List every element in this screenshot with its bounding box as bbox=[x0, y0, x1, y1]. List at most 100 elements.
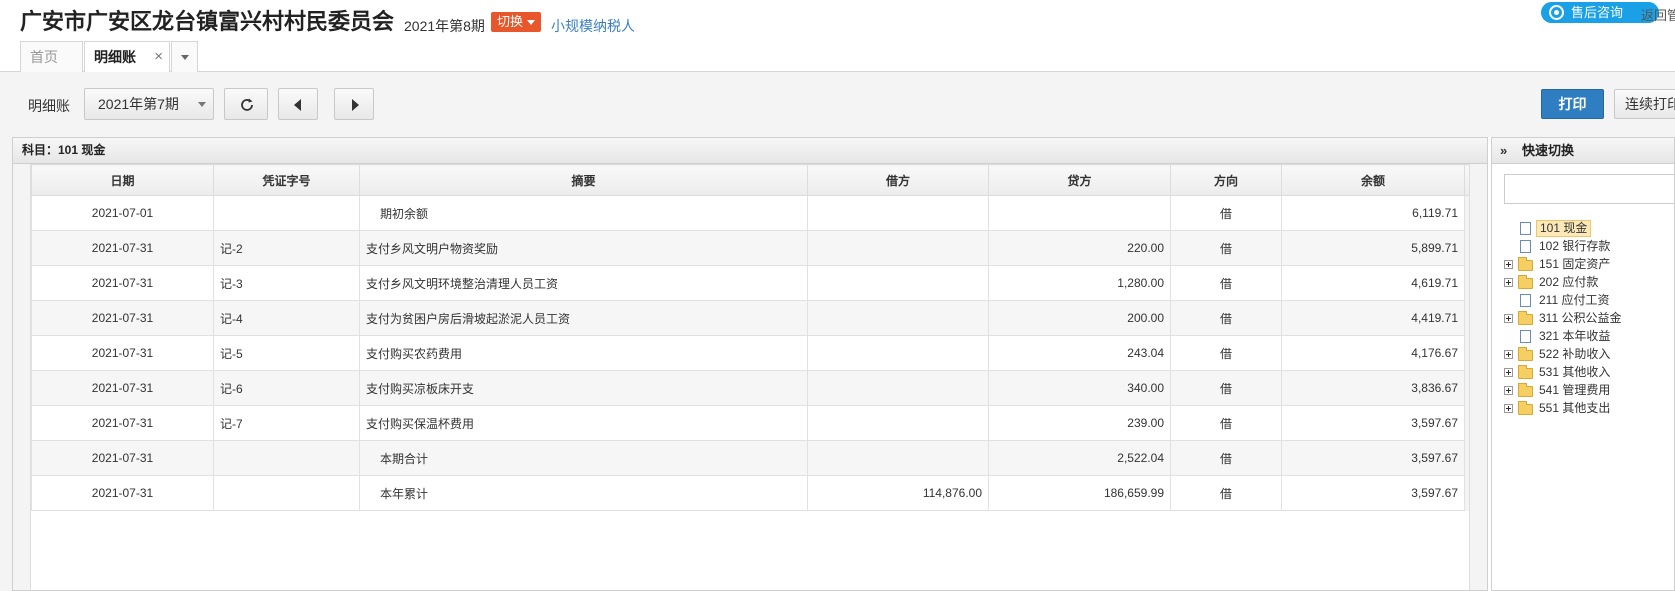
print-button[interactable]: 打印 bbox=[1541, 89, 1604, 119]
ledger-table: 日期 凭证字号 摘要 借方 贷方 方向 余额 2021-07-01 期初余额借 6,… bbox=[31, 164, 1483, 511]
subject-search-input[interactable] bbox=[1504, 174, 1674, 204]
cell-summary: 支付为贫困户房后滑坡起淤泥人员工资 bbox=[359, 300, 808, 336]
cell-date: 2021-07-31 bbox=[31, 370, 214, 406]
ledger-body: 2021-07-01 期初余额借 6,119.71 2021-07-31 记-2 支付乡风… bbox=[31, 195, 1483, 511]
expand-icon[interactable] bbox=[1504, 404, 1513, 413]
table-row[interactable]: 2021-07-01 期初余额 借 6,119.71 bbox=[31, 195, 1483, 231]
folder-icon bbox=[1518, 275, 1533, 289]
tree-item-label: 551 其他支出 bbox=[1539, 401, 1611, 415]
table-row[interactable]: 2021-07-31 记-4 支付为贫困户房后滑坡起淤泥人员工资 200.00 借 4,4… bbox=[31, 300, 1483, 336]
tree-item-label: 522 补助收入 bbox=[1539, 347, 1611, 361]
expand-icon[interactable] bbox=[1504, 386, 1513, 395]
cell-balance: 4,619.71 bbox=[1281, 265, 1465, 301]
toolbar: 明细账 2021年第7期 打印 连续打印 bbox=[0, 72, 1675, 137]
file-icon bbox=[1520, 222, 1531, 235]
expand-icon[interactable] bbox=[1504, 368, 1513, 377]
cell-direction: 借 bbox=[1170, 230, 1282, 266]
folder-icon bbox=[1518, 347, 1533, 361]
switch-period-button[interactable]: 切换 bbox=[491, 12, 542, 32]
tab-more-button[interactable] bbox=[171, 41, 198, 72]
tab-home[interactable]: 首页 bbox=[20, 41, 83, 72]
cell-voucher bbox=[213, 440, 360, 476]
file-icon bbox=[1520, 330, 1531, 343]
cell-direction: 借 bbox=[1170, 405, 1282, 441]
back-link[interactable]: 返回管 bbox=[1641, 5, 1675, 24]
cell-direction: 借 bbox=[1170, 300, 1282, 336]
expand-icon[interactable] bbox=[1504, 350, 1513, 359]
cell-summary: 支付乡风文明户物资奖励 bbox=[359, 230, 808, 266]
tab-detail-ledger[interactable]: 明细账 × bbox=[84, 41, 170, 73]
column-header-voucher[interactable]: 凭证字号 bbox=[213, 164, 360, 196]
column-header-summary[interactable]: 摘要 bbox=[359, 164, 808, 196]
cell-direction: 借 bbox=[1170, 370, 1282, 406]
column-header-date[interactable]: 日期 bbox=[31, 164, 214, 196]
column-header-direction[interactable]: 方向 bbox=[1170, 164, 1282, 196]
headset-icon bbox=[1549, 5, 1564, 20]
period-select[interactable]: 2021年第7期 bbox=[84, 88, 214, 120]
taxpayer-type-link[interactable]: 小规模纳税人 bbox=[551, 16, 635, 36]
tree-item-label: 151 固定资产 bbox=[1539, 257, 1611, 271]
table-row[interactable]: 2021-07-31 记-7 支付购买保温杯费用 239.00 借 3,597.67 bbox=[31, 405, 1483, 441]
cell-voucher: 记-6 bbox=[213, 370, 360, 406]
cell-credit: 1,280.00 bbox=[988, 265, 1171, 301]
cell-date: 2021-07-01 bbox=[31, 195, 214, 231]
cell-voucher bbox=[213, 195, 360, 231]
close-icon[interactable]: × bbox=[154, 42, 163, 72]
chevron-down-icon bbox=[181, 55, 189, 60]
cell-voucher bbox=[213, 475, 360, 511]
cell-summary: 支付购买凉板床开支 bbox=[359, 370, 808, 406]
quick-switch-title: 快速切换 bbox=[1522, 143, 1575, 158]
file-icon bbox=[1520, 294, 1531, 307]
refresh-button[interactable] bbox=[224, 88, 268, 120]
table-row[interactable]: 2021-07-31 本期合计 2,522.04 借 3,597.67 bbox=[31, 440, 1483, 476]
vertical-scrollbar[interactable] bbox=[1469, 164, 1487, 590]
cell-debit bbox=[807, 265, 989, 301]
cell-balance: 3,597.67 bbox=[1281, 475, 1465, 511]
cell-debit bbox=[807, 335, 989, 371]
cell-voucher: 记-5 bbox=[213, 335, 360, 371]
refresh-icon bbox=[241, 98, 253, 111]
expand-icon[interactable] bbox=[1504, 314, 1513, 323]
cell-voucher: 记-3 bbox=[213, 265, 360, 301]
table-header-row: 日期 凭证字号 摘要 借方 贷方 方向 余额 bbox=[31, 164, 1483, 196]
cell-credit: 340.00 bbox=[988, 370, 1171, 406]
expand-icon[interactable] bbox=[1504, 278, 1513, 287]
column-header-balance[interactable]: 余额 bbox=[1281, 164, 1465, 196]
current-period-label: 2021年第8期 bbox=[404, 18, 485, 34]
cell-summary: 期初余额 bbox=[359, 195, 808, 231]
row-gutter bbox=[13, 164, 31, 590]
tree-item-label: 211 应付工资 bbox=[1539, 293, 1610, 307]
collapse-panel-icon[interactable]: » bbox=[1500, 138, 1507, 163]
continuous-print-button[interactable]: 连续打印 bbox=[1614, 89, 1675, 119]
table-row[interactable]: 2021-07-31 记-3 支付乡风文明环境整治清理人员工资 1,280.00 借 4,… bbox=[31, 265, 1483, 301]
expand-icon[interactable] bbox=[1504, 260, 1513, 269]
column-header-debit[interactable]: 借方 bbox=[807, 164, 989, 196]
cell-debit bbox=[807, 230, 989, 266]
cell-credit bbox=[988, 195, 1171, 231]
cell-credit: 2,522.04 bbox=[988, 440, 1171, 476]
cell-credit: 220.00 bbox=[988, 230, 1171, 266]
triangle-right-icon bbox=[352, 99, 359, 111]
cell-balance: 3,597.67 bbox=[1281, 440, 1465, 476]
cell-summary: 支付乡风文明环境整治清理人员工资 bbox=[359, 265, 808, 301]
table-row[interactable]: 2021-07-31 本年累计 114,876.00 186,659.99 借 3,597… bbox=[31, 475, 1483, 511]
cell-date: 2021-07-31 bbox=[31, 335, 214, 371]
previous-period-button[interactable] bbox=[278, 88, 318, 120]
tree-item-label: 541 管理费用 bbox=[1539, 383, 1611, 397]
cell-debit bbox=[807, 300, 989, 336]
table-row[interactable]: 2021-07-31 记-2 支付乡风文明户物资奖励 220.00 借 5,899.71 bbox=[31, 230, 1483, 266]
folder-icon bbox=[1518, 311, 1533, 325]
cell-date: 2021-07-31 bbox=[31, 440, 214, 476]
tree-item-label: 202 应付款 bbox=[1539, 275, 1599, 289]
app-header: 广安市广安区龙台镇富兴村村民委员会 2021年第8期 切换 小规模纳税人 售后咨… bbox=[0, 0, 1675, 73]
next-period-button[interactable] bbox=[334, 88, 374, 120]
table-row[interactable]: 2021-07-31 记-5 支付购买农药费用 243.04 借 4,176.67 bbox=[31, 335, 1483, 371]
quick-switch-panel: » 快速切换 101 现金 102 银行存款 151 固定资产 202 应付款 211 … bbox=[1491, 137, 1675, 591]
column-header-credit[interactable]: 贷方 bbox=[988, 164, 1171, 196]
support-label: 售后咨询 bbox=[1571, 5, 1624, 20]
cell-balance: 3,597.67 bbox=[1281, 405, 1465, 441]
cell-credit: 243.04 bbox=[988, 335, 1171, 371]
tab-detail-label: 明细账 bbox=[94, 49, 136, 65]
folder-icon bbox=[1518, 383, 1533, 397]
table-row[interactable]: 2021-07-31 记-6 支付购买凉板床开支 340.00 借 3,836.67 bbox=[31, 370, 1483, 406]
